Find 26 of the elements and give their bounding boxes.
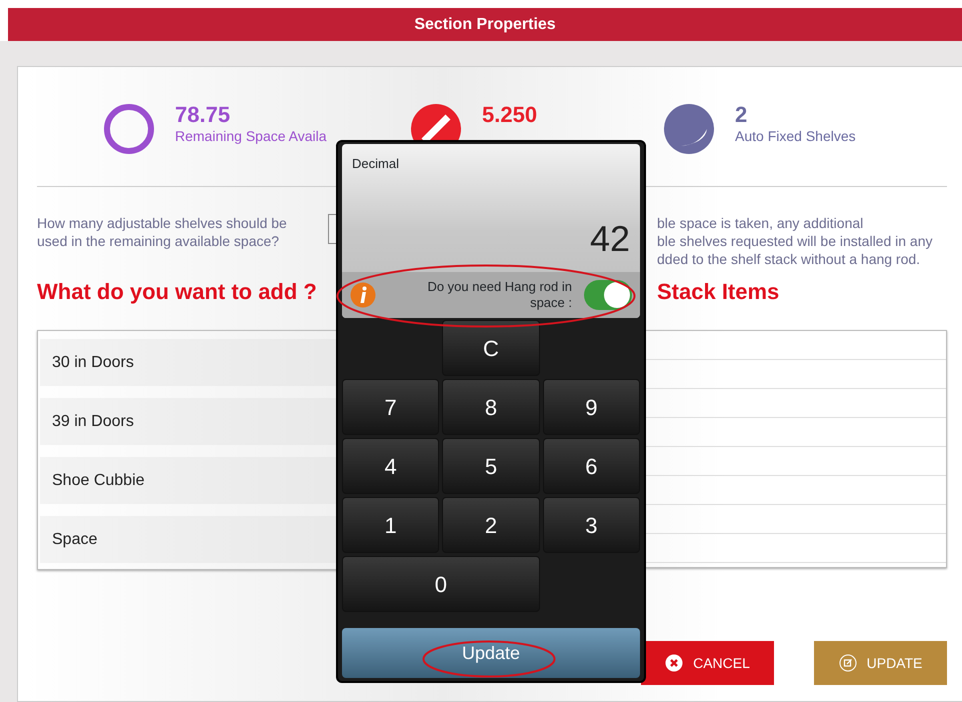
hang-rod-label: Do you need Hang rod in space :: [426, 278, 572, 312]
keypad-key[interactable]: 5: [442, 438, 540, 494]
screen-title: Section Properties: [8, 8, 962, 41]
stat-label: Remaining Space Availa: [175, 127, 327, 146]
keypad-key[interactable]: 7: [342, 379, 440, 435]
stat-value: 2: [735, 103, 748, 128]
section-heading: What do you want to add ?: [37, 278, 317, 306]
keypad-key[interactable]: 8: [442, 379, 540, 435]
keypad-key[interactable]: 2: [442, 497, 540, 553]
stat-value: 78.75: [175, 103, 232, 128]
mode-label: Decimal: [352, 155, 399, 173]
keypad-key[interactable]: C: [442, 320, 540, 376]
keypad-key[interactable]: 4: [342, 438, 440, 494]
keypad-update-button[interactable]: Update: [342, 628, 640, 678]
keypad-key[interactable]: 1: [342, 497, 440, 553]
display-value: 42: [590, 217, 630, 261]
cancel-button[interactable]: CANCEL: [641, 641, 774, 685]
keypad-key[interactable]: 9: [542, 379, 640, 435]
stat-value: 5.250: [482, 103, 538, 128]
stat-label: Auto Fixed Shelves: [735, 127, 856, 146]
section-heading: Stack Items: [657, 278, 780, 306]
keypad-key[interactable]: 3: [542, 497, 640, 553]
keypad-key[interactable]: 6: [542, 438, 640, 494]
question-text: How many adjustable shelves should be used in the remaining available space?: [37, 214, 288, 252]
note-text: ble space is taken, any additional ble shelves requested will be installed in any dded to the shelf stack without a hang rod.: [657, 214, 934, 270]
keypad-key[interactable]: 0: [342, 556, 540, 612]
